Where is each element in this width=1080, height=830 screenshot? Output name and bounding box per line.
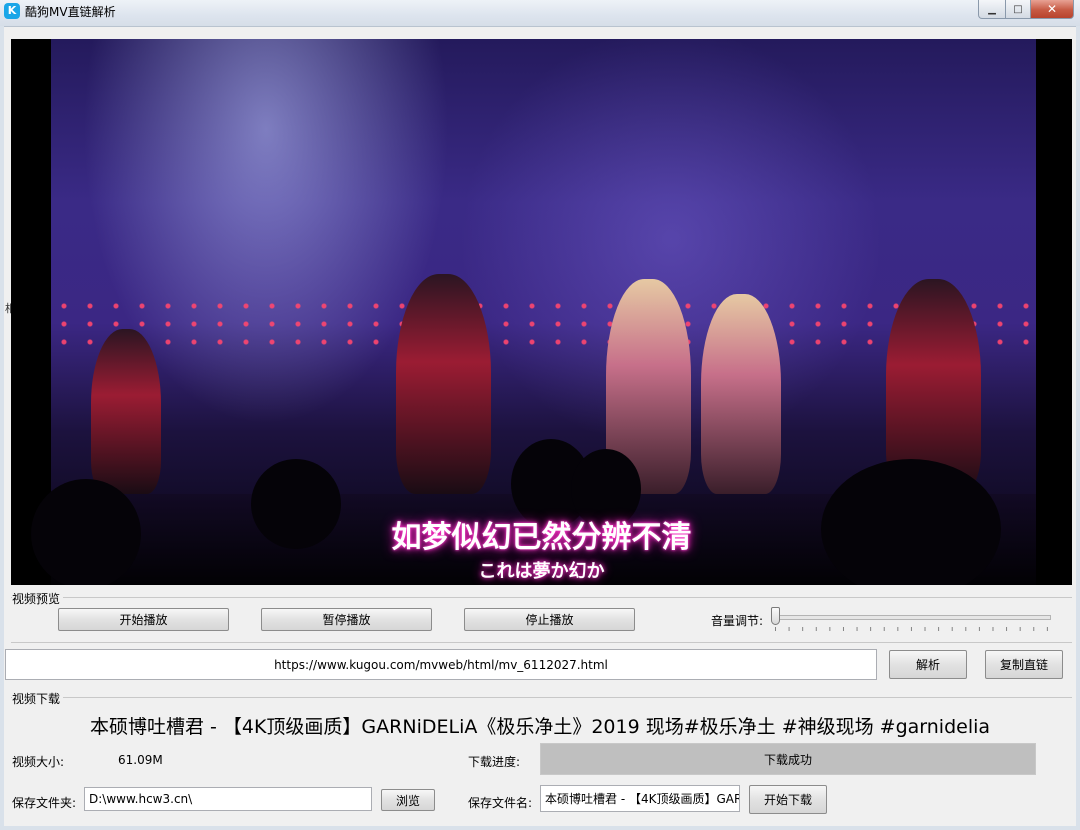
folder-label: 保存文件夹: (12, 796, 77, 810)
volume-label: 音量调节: (711, 614, 764, 628)
video-subtitle-main: 如梦似幻已然分辨不清 (391, 520, 692, 555)
start-download-button[interactable]: 开始下载 (749, 785, 827, 814)
size-label: 视频大小: (12, 755, 65, 769)
window-title: 酷狗MV直链解析 (25, 5, 116, 19)
volume-slider-ticks (775, 627, 1050, 631)
video-frame (31, 39, 1036, 585)
progress-status-text: 下载成功 (763, 752, 812, 767)
browse-button[interactable]: 浏览 (381, 789, 435, 811)
preview-section-label: 视频预览 (12, 590, 64, 607)
mv-url-input[interactable]: https://www.kugou.com/mvweb/html/mv_6112… (5, 649, 877, 680)
save-filename-input[interactable]: 本硕博吐槽君 - 【4K顶级画质】GARNiDELiA《极乐净土》2019 现场… (540, 785, 740, 812)
close-button[interactable]: ✕ (1031, 0, 1074, 19)
app-logo-icon: K (4, 3, 20, 19)
save-folder-input[interactable]: D:\www.hcw3.cn\ (84, 787, 372, 811)
pause-button[interactable]: 暂停播放 (261, 608, 432, 631)
performer-figure (396, 274, 491, 494)
title-bar: K 酷狗MV直链解析 ▁ □ ✕ (0, 0, 1080, 27)
download-section-label: 视频下载 (12, 690, 64, 707)
preview-group-border (11, 597, 1072, 598)
copy-link-button[interactable]: 复制直链 (985, 650, 1063, 679)
parse-button[interactable]: 解析 (889, 650, 967, 679)
video-subtitle-sub: これは夢か幻か (478, 561, 605, 582)
progress-label: 下载进度: (468, 755, 521, 769)
performer-figure (91, 329, 161, 494)
volume-slider-thumb[interactable] (771, 607, 780, 625)
download-group-border (11, 697, 1072, 698)
preview-group-bottom (11, 642, 1072, 643)
stop-button[interactable]: 停止播放 (464, 608, 635, 631)
performer-figure (701, 294, 781, 494)
minimize-button[interactable]: ▁ (978, 0, 1006, 19)
size-value: 61.09M (118, 753, 163, 767)
filename-label: 保存文件名: (468, 796, 533, 810)
video-player[interactable]: 如梦似幻已然分辨不清 これは夢か幻か (11, 39, 1072, 585)
window-frame-right (1076, 26, 1080, 830)
maximize-button[interactable]: □ (1006, 0, 1031, 19)
download-progress-bar: 下载成功 (540, 743, 1036, 775)
window-controls: ▁ □ ✕ (978, 0, 1074, 19)
video-title: 本硕博吐槽君 - 【4K顶级画质】GARNiDELiA《极乐净土》2019 现场… (89, 716, 991, 738)
play-button[interactable]: 开始播放 (58, 608, 229, 631)
volume-slider-track[interactable] (775, 615, 1051, 620)
window-frame-left (0, 26, 4, 830)
window-frame-bottom (0, 826, 1080, 830)
